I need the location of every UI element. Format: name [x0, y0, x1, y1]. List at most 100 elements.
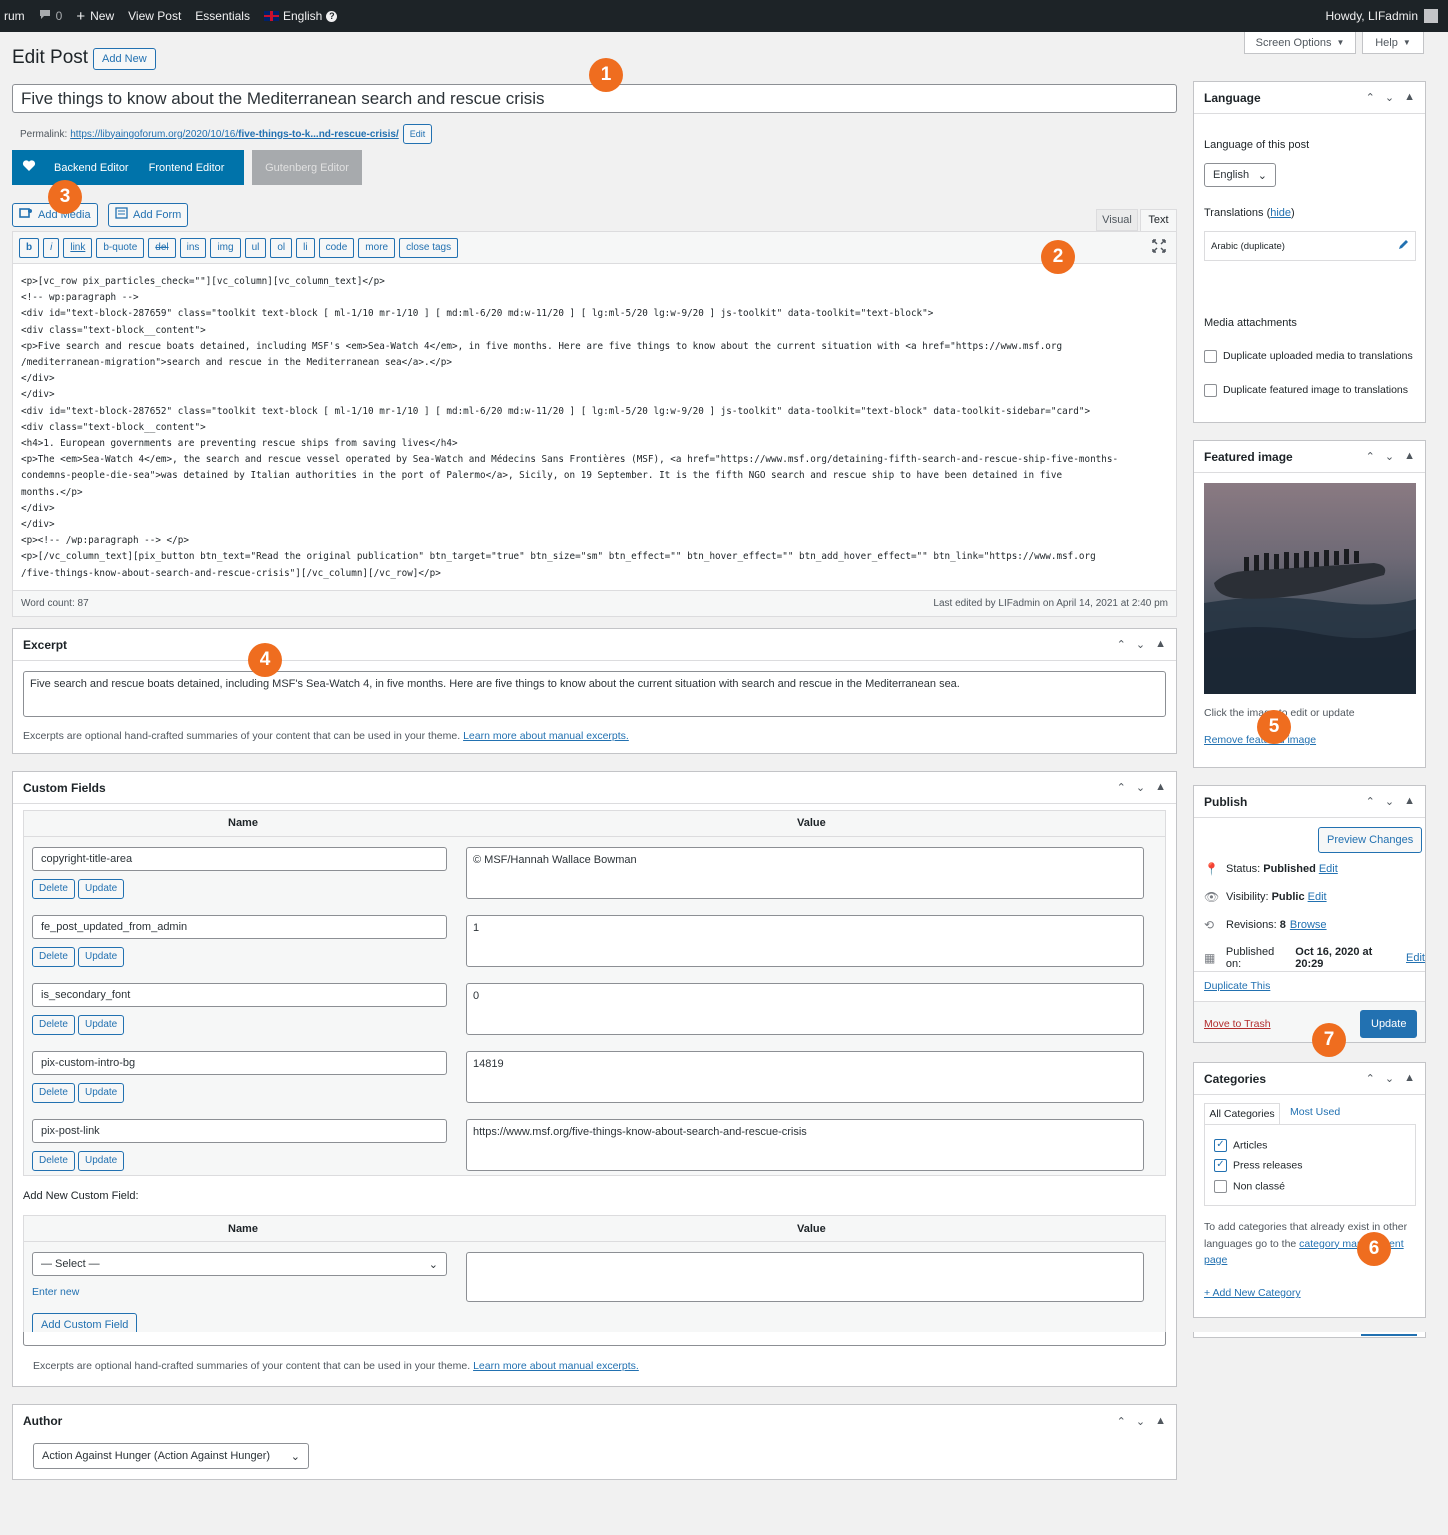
toggle-icon[interactable]: ▲: [1404, 795, 1415, 808]
delete-field-button[interactable]: Delete: [32, 947, 75, 967]
essentials-link[interactable]: Essentials: [195, 9, 250, 23]
cf-excerpt-help-link[interactable]: Learn more about manual excerpts.: [473, 1360, 639, 1372]
content-textarea[interactable]: <p>[vc_row pix_particles_check=""][vc_co…: [13, 264, 1176, 584]
delete-field-button[interactable]: Delete: [32, 1015, 75, 1035]
qt-i[interactable]: i: [43, 237, 60, 258]
qt-link[interactable]: link: [63, 237, 93, 258]
meta-value-textarea[interactable]: 1: [466, 915, 1144, 967]
move-down-icon[interactable]: ⌄: [1385, 450, 1394, 463]
update-field-button[interactable]: Update: [78, 947, 125, 967]
duplicate-this-link[interactable]: Duplicate This: [1204, 980, 1270, 992]
published-edit-link[interactable]: Edit: [1406, 952, 1425, 964]
add-new-category-link[interactable]: + Add New Category: [1204, 1287, 1301, 1299]
tab-most-used[interactable]: Most Used: [1290, 1106, 1340, 1118]
meta-key-select[interactable]: — Select — ⌄: [32, 1252, 447, 1276]
new-meta-value[interactable]: [466, 1252, 1144, 1302]
toggle-icon[interactable]: ▲: [1155, 1415, 1166, 1428]
dup-featured-checkbox[interactable]: [1204, 383, 1217, 397]
update-button[interactable]: Update: [1360, 1010, 1418, 1038]
update-field-button[interactable]: Update: [78, 1083, 125, 1103]
move-up-icon[interactable]: ⌃: [1117, 1415, 1126, 1428]
toggle-icon[interactable]: ▲: [1404, 1072, 1415, 1085]
preview-changes-button[interactable]: Preview Changes: [1318, 827, 1423, 853]
help-tab[interactable]: Help ▼: [1362, 32, 1424, 54]
translation-item[interactable]: Arabic (duplicate): [1204, 231, 1416, 261]
toggle-icon[interactable]: ▲: [1155, 781, 1166, 794]
toggle-icon[interactable]: ▲: [1155, 638, 1166, 651]
move-down-icon[interactable]: ⌄: [1136, 781, 1145, 794]
status-edit-link[interactable]: Edit: [1319, 863, 1338, 875]
delete-field-button[interactable]: Delete: [32, 1083, 75, 1103]
update-field-button[interactable]: Update: [78, 879, 125, 899]
qt-ul[interactable]: ul: [244, 237, 267, 258]
move-down-icon[interactable]: ⌄: [1385, 91, 1394, 104]
meta-key-input[interactable]: pix-post-link: [32, 1119, 447, 1143]
excerpt-textarea[interactable]: Five search and rescue boats detained, i…: [23, 671, 1166, 717]
featured-image-photo[interactable]: [1204, 483, 1416, 694]
move-to-trash-link[interactable]: Move to Trash: [1204, 1018, 1271, 1030]
language-select[interactable]: English ⌄: [1204, 163, 1276, 187]
tab-all-categories[interactable]: All Categories: [1204, 1103, 1280, 1125]
add-new-button[interactable]: Add New: [93, 48, 156, 70]
qt-img[interactable]: img: [210, 237, 241, 258]
qt-more[interactable]: more: [358, 237, 396, 258]
update-field-button[interactable]: Update: [78, 1015, 125, 1035]
category-item[interactable]: ✓ Press releases: [1214, 1159, 1302, 1172]
qt-li[interactable]: li: [296, 237, 315, 258]
text-tab[interactable]: Text: [1140, 209, 1177, 231]
move-up-icon[interactable]: ⌃: [1366, 91, 1375, 104]
language-switcher[interactable]: English ?: [263, 9, 338, 23]
meta-key-input[interactable]: fe_post_updated_from_admin: [32, 915, 447, 939]
move-up-icon[interactable]: ⌃: [1117, 781, 1126, 794]
category-checkbox[interactable]: ✓: [1214, 1139, 1227, 1152]
dup-featured-row[interactable]: Duplicate featured image to translations: [1204, 382, 1414, 398]
site-name[interactable]: rum: [4, 9, 25, 23]
screen-options-tab[interactable]: Screen Options ▼: [1244, 32, 1356, 54]
meta-key-input[interactable]: copyright-title-area: [32, 847, 447, 871]
pencil-icon[interactable]: [1398, 239, 1409, 253]
view-post-link[interactable]: View Post: [128, 9, 181, 23]
qt-code[interactable]: code: [318, 237, 355, 258]
qt-b-quote[interactable]: b-quote: [96, 237, 145, 258]
delete-field-button[interactable]: Delete: [32, 1151, 75, 1171]
hide-translations-link[interactable]: hide: [1270, 207, 1291, 219]
permalink-edit-button[interactable]: Edit: [402, 124, 433, 144]
category-item[interactable]: Non classé: [1214, 1180, 1285, 1193]
meta-value-textarea[interactable]: 0: [466, 983, 1144, 1035]
visual-tab[interactable]: Visual: [1096, 209, 1138, 231]
move-down-icon[interactable]: ⌄: [1385, 1072, 1394, 1085]
dup-media-checkbox[interactable]: [1204, 349, 1217, 363]
category-checkbox[interactable]: [1214, 1180, 1227, 1193]
visibility-edit-link[interactable]: Edit: [1308, 891, 1327, 903]
toggle-icon[interactable]: ▲: [1404, 91, 1415, 104]
move-up-icon[interactable]: ⌃: [1366, 450, 1375, 463]
toggle-icon[interactable]: ▲: [1404, 450, 1415, 463]
permalink-link[interactable]: https://libyaingoforum.org/2020/10/16/fi…: [70, 129, 398, 140]
qt-ins[interactable]: ins: [179, 237, 207, 258]
browse-revisions-link[interactable]: Browse: [1290, 919, 1327, 931]
fullscreen-icon[interactable]: [1152, 239, 1166, 256]
qt-close-tags[interactable]: close tags: [399, 237, 459, 258]
author-select[interactable]: Action Against Hunger (Action Against Hu…: [33, 1443, 309, 1469]
move-down-icon[interactable]: ⌄: [1385, 795, 1394, 808]
qt-ol[interactable]: ol: [270, 237, 293, 258]
backend-editor-tab[interactable]: Backend Editor: [54, 162, 129, 174]
qt-del[interactable]: del: [148, 237, 176, 258]
category-checkbox[interactable]: ✓: [1214, 1159, 1227, 1172]
meta-value-textarea[interactable]: 14819: [466, 1051, 1144, 1103]
category-item[interactable]: ✓ Articles: [1214, 1139, 1267, 1152]
gutenberg-editor-button[interactable]: Gutenberg Editor: [252, 150, 362, 185]
move-down-icon[interactable]: ⌄: [1136, 1415, 1145, 1428]
delete-field-button[interactable]: Delete: [32, 879, 75, 899]
enter-new-link[interactable]: Enter new: [32, 1286, 79, 1298]
move-down-icon[interactable]: ⌄: [1136, 638, 1145, 651]
excerpt-help-link[interactable]: Learn more about manual excerpts.: [463, 730, 629, 742]
qt-b[interactable]: b: [19, 237, 40, 258]
move-up-icon[interactable]: ⌃: [1117, 638, 1126, 651]
move-up-icon[interactable]: ⌃: [1366, 1072, 1375, 1085]
comments-link[interactable]: 0: [39, 9, 62, 23]
meta-key-input[interactable]: pix-custom-intro-bg: [32, 1051, 447, 1075]
dup-media-row[interactable]: Duplicate uploaded media to translations: [1204, 348, 1414, 364]
move-up-icon[interactable]: ⌃: [1366, 795, 1375, 808]
update-field-button[interactable]: Update: [78, 1151, 125, 1171]
